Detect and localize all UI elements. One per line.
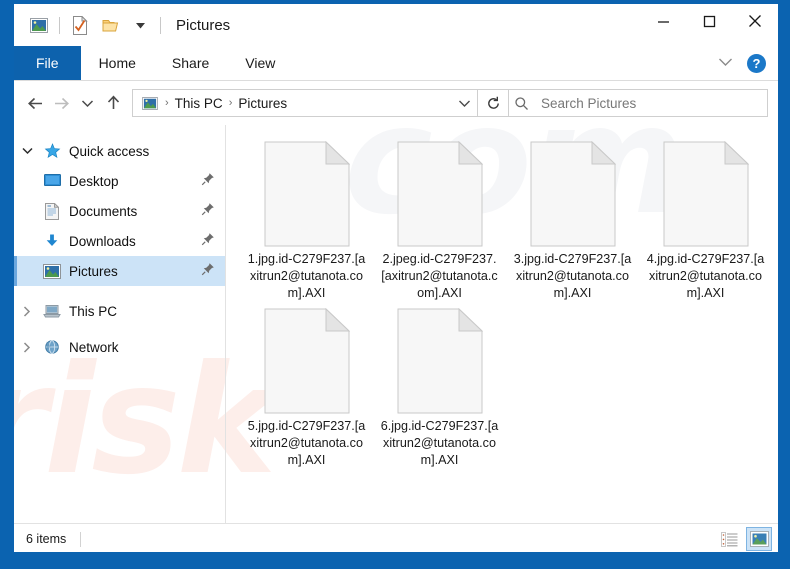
quick-access-toolbar [24, 10, 166, 40]
tab-view[interactable]: View [227, 46, 293, 80]
pin-icon[interactable] [201, 232, 215, 251]
chevron-down-icon[interactable] [712, 54, 739, 72]
file-item[interactable]: 4.jpg.id-C279F237.[axitrun2@tutanota.com… [639, 137, 772, 302]
blank-document-icon [663, 141, 749, 247]
pin-icon[interactable] [201, 202, 215, 221]
network-icon [40, 337, 64, 357]
file-item[interactable]: 2.jpeg.id-C279F237.[axitrun2@tutanota.co… [373, 137, 506, 302]
tab-share[interactable]: Share [154, 46, 227, 80]
recent-locations-button[interactable] [74, 89, 100, 117]
breadcrumb-separator-2: › [228, 97, 233, 109]
blank-document-icon [264, 308, 350, 414]
pictures-icon[interactable] [24, 10, 54, 40]
file-item[interactable]: 1.jpg.id-C279F237.[axitrun2@tutanota.com… [240, 137, 373, 302]
pictures-icon [40, 261, 64, 281]
sidebar-item-downloads[interactable]: Downloads [14, 226, 225, 256]
search-input[interactable]: Search Pictures [509, 89, 768, 117]
file-name: 2.jpeg.id-C279F237.[axitrun2@tutanota.co… [381, 252, 498, 300]
blank-document-icon [397, 141, 483, 247]
minimize-button[interactable] [640, 4, 686, 38]
toolbar-separator-2 [160, 16, 161, 34]
file-item[interactable]: 6.jpg.id-C279F237.[axitrun2@tutanota.com… [373, 304, 506, 469]
sidebar-item-documents[interactable]: Documents [14, 196, 225, 226]
large-icons-view-button[interactable] [746, 527, 772, 551]
downloads-icon [40, 231, 64, 251]
sidebar-item-quick-access[interactable]: Quick access [14, 136, 225, 166]
address-dropdown-icon[interactable] [451, 91, 477, 115]
breadcrumb-item-this-pc[interactable]: This PC [172, 96, 226, 111]
file-name: 1.jpg.id-C279F237.[axitrun2@tutanota.com… [247, 252, 366, 300]
sidebar-item-pictures[interactable]: Pictures [14, 256, 225, 286]
address-bar-row: › This PC › Pictures Search Pictures [14, 81, 778, 125]
file-name: 3.jpg.id-C279F237.[axitrun2@tutanota.com… [513, 252, 632, 300]
chevron-right-icon[interactable] [14, 341, 40, 353]
status-bar: 6 items [14, 523, 778, 552]
refresh-button[interactable] [478, 89, 509, 117]
breadcrumb-item-pictures[interactable]: Pictures [235, 96, 290, 111]
sidebar-item-desktop[interactable]: Desktop [14, 166, 225, 196]
file-name: 6.jpg.id-C279F237.[axitrun2@tutanota.com… [380, 419, 499, 467]
blank-document-icon [397, 308, 483, 414]
breadcrumb[interactable]: › This PC › Pictures [133, 93, 451, 113]
toolbar-separator-1 [59, 16, 60, 34]
address-bar[interactable]: › This PC › Pictures [132, 89, 478, 117]
window-title: Pictures [176, 16, 231, 34]
chevron-down-icon[interactable] [14, 147, 40, 155]
breadcrumb-pictures-icon [138, 93, 162, 113]
back-button[interactable] [22, 89, 48, 117]
thispc-icon [40, 301, 64, 321]
documents-icon [40, 201, 64, 221]
window-controls [640, 4, 778, 38]
up-button[interactable] [100, 89, 126, 117]
close-button[interactable] [732, 4, 778, 38]
help-button[interactable]: ? [747, 53, 766, 73]
sidebar-item-label: Downloads [69, 233, 136, 249]
file-name: 5.jpg.id-C279F237.[axitrun2@tutanota.com… [247, 419, 366, 467]
sidebar-item-label: Documents [69, 203, 138, 219]
customize-chevron-icon[interactable] [125, 10, 155, 40]
properties-icon[interactable] [65, 10, 95, 40]
window-body: risk com [14, 4, 778, 552]
view-mode-buttons [716, 527, 772, 551]
ribbon-tab-bar: File Home Share View ? [14, 46, 778, 81]
navigation-pane: Quick access Desktop Documents Downloads… [14, 125, 226, 523]
sidebar-item-label: Network [69, 339, 119, 355]
star-icon [40, 141, 64, 161]
sidebar-item-label: Quick access [69, 143, 150, 159]
forward-button [48, 89, 74, 117]
file-grid: 1.jpg.id-C279F237.[axitrun2@tutanota.com… [240, 137, 778, 471]
status-separator [80, 531, 82, 547]
main-area: Quick access Desktop Documents Downloads… [14, 125, 778, 523]
desktop-icon [40, 171, 64, 191]
breadcrumb-separator-1: › [165, 97, 169, 109]
chevron-right-icon[interactable] [14, 305, 40, 317]
search-placeholder: Search Pictures [541, 95, 637, 111]
pin-icon[interactable] [201, 172, 215, 191]
maximize-button[interactable] [686, 4, 732, 38]
tab-file[interactable]: File [14, 46, 81, 80]
tab-home[interactable]: Home [81, 46, 154, 80]
window-frame: risk com [0, 0, 790, 569]
search-icon [509, 93, 533, 113]
item-count-label: 6 items [26, 532, 67, 546]
file-item[interactable]: 5.jpg.id-C279F237.[axitrun2@tutanota.com… [240, 304, 373, 469]
file-item[interactable]: 3.jpg.id-C279F237.[axitrun2@tutanota.com… [506, 137, 639, 302]
details-view-button[interactable] [716, 527, 742, 551]
sidebar-item-this-pc[interactable]: This PC [14, 296, 225, 326]
pin-icon[interactable] [201, 262, 215, 281]
file-name: 4.jpg.id-C279F237.[axitrun2@tutanota.com… [646, 252, 765, 300]
sidebar-item-label: Desktop [69, 173, 119, 189]
title-bar: Pictures [14, 4, 778, 46]
sidebar-item-network[interactable]: Network [14, 332, 225, 362]
ribbon-right-controls: ? [712, 46, 772, 80]
sidebar-item-label: Pictures [69, 263, 118, 279]
blank-document-icon [264, 141, 350, 247]
blank-document-icon [530, 141, 616, 247]
sidebar-item-label: This PC [69, 303, 118, 319]
folder-icon[interactable] [95, 10, 125, 40]
file-list-view[interactable]: 1.jpg.id-C279F237.[axitrun2@tutanota.com… [226, 125, 778, 523]
